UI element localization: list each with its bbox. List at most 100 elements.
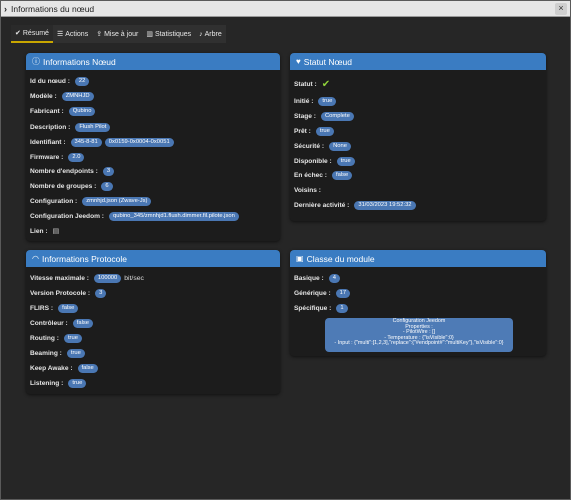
label: Configuration : — [30, 197, 78, 205]
close-button[interactable]: × — [555, 3, 567, 15]
clipboard-icon: ▣ — [296, 254, 304, 263]
value-badge: false — [331, 170, 353, 180]
description-row: Description : Flush Pilot — [30, 122, 113, 132]
last-activity-row: Dernière activité : 31/03/2023 19:52:32 — [294, 200, 419, 210]
tab-label: Mise à jour — [104, 30, 139, 38]
tab-bar: ✔ Résumé ☰ Actions ⇪ Mise à jour ▥ Stati… — [11, 25, 226, 43]
label: Voisins : — [294, 186, 321, 194]
value-badge: 345-8-81 — [70, 137, 102, 147]
node-status-panel: ♥ Statut Nœud Statut : ✔ Initié : true S… — [290, 53, 546, 221]
label: Beaming : — [30, 349, 62, 357]
label: Disponible : — [294, 157, 332, 165]
check-icon: ✔ — [321, 78, 331, 90]
label: Nombre d'endpoints : — [30, 167, 98, 175]
tab-label: Arbre — [204, 30, 222, 38]
panel-title: Statut Nœud — [303, 56, 352, 67]
tab-tree[interactable]: ♪ Arbre — [195, 25, 226, 43]
label: Spécifique : — [294, 304, 332, 312]
label: Nombre de groupes : — [30, 182, 97, 190]
value-badge: zmnhjd.json (Zwave-Js) — [82, 196, 152, 206]
configuration-row: Configuration : zmnhjd.json (Zwave-Js) — [30, 196, 154, 206]
beaming-row: Beaming : true — [30, 348, 88, 358]
label: Vitesse maximale : — [30, 274, 89, 282]
panel-title: Classe du module — [306, 253, 375, 264]
keep-awake-row: Keep Awake : false — [30, 363, 101, 373]
value-badge: 4 — [328, 273, 340, 283]
label: Firmware : — [30, 153, 64, 161]
tab-label: Statistiques — [154, 30, 192, 38]
tab-label: Résumé — [22, 29, 49, 37]
node-info-window: › Informations du nœud × ✔ Résumé ☰ Acti… — [0, 0, 571, 500]
tab-update[interactable]: ⇪ Mise à jour — [92, 25, 142, 43]
routing-row: Routing : true — [30, 333, 85, 343]
unit-text: bit/sec — [124, 274, 144, 282]
init-row: Initié : true — [294, 96, 339, 106]
value-badge: 31/03/2023 19:52:32 — [354, 200, 416, 210]
label: Routing : — [30, 334, 59, 342]
module-class-panel: ▣ Classe du module Basique : 4 Générique… — [290, 250, 546, 356]
identifier-row: Identifiant : 345-8-81 0x0159-0x0004-0x0… — [30, 137, 177, 147]
tab-actions[interactable]: ☰ Actions — [53, 25, 92, 43]
panel-header: ⓘ Informations Nœud — [26, 53, 280, 70]
label: Basique : — [294, 274, 324, 282]
jeedom-config-box: Configuration Jeedom Properties : - Pilo… — [325, 318, 513, 352]
generic-row: Générique : 17 — [294, 288, 353, 298]
label: Id du nœud : — [30, 77, 70, 85]
document-icon[interactable]: ▤ — [53, 227, 60, 235]
value-badge: 17 — [335, 288, 351, 298]
groups-row: Nombre de groupes : 6 — [30, 181, 116, 191]
value-badge: 2.0 — [68, 152, 85, 162]
value-badge: true — [63, 333, 82, 343]
label: Lien : — [30, 227, 48, 235]
config-line: - Input : {"multi":[1,2,3],"replace":{"#… — [334, 340, 504, 347]
panel-header: ▣ Classe du module — [290, 250, 546, 267]
link-row: Lien : ▤ — [30, 226, 59, 236]
window-title: Informations du nœud — [11, 3, 95, 14]
node-info-panel: ⓘ Informations Nœud Id du nœud : 22 Modè… — [26, 53, 280, 241]
value-badge: 3 — [102, 166, 115, 176]
label: Dernière activité : — [294, 201, 350, 209]
label: Générique : — [294, 289, 331, 297]
label: En échec : — [294, 171, 327, 179]
panel-title: Informations Nœud — [43, 56, 116, 67]
value-badge: true — [336, 156, 355, 166]
value-badge: 22 — [74, 76, 90, 86]
info-icon: ⓘ — [32, 57, 40, 66]
endpoints-row: Nombre d'endpoints : 3 — [30, 166, 117, 176]
protocol-info-panel: ◠ Informations Protocole Vitesse maximal… — [26, 250, 280, 394]
controller-row: Contrôleur : false — [30, 318, 96, 328]
label: Configuration Jeedom : — [30, 212, 104, 220]
basic-row: Basique : 4 — [294, 273, 343, 283]
chevron-right-icon: › — [4, 3, 7, 14]
label: Description : — [30, 123, 71, 131]
label: Stage : — [294, 112, 316, 120]
value-badge: 100000 — [93, 273, 122, 283]
value-badge: 3 — [95, 288, 107, 298]
label: FLIRS : — [30, 304, 54, 312]
label: Sécurité : — [294, 142, 325, 150]
check-icon: ✔ — [15, 30, 21, 37]
jeedom-config-row: Configuration Jeedom : qubino_345/zmnhjd… — [30, 211, 242, 221]
value-badge: false — [58, 303, 79, 313]
available-row: Disponible : true — [294, 156, 358, 166]
node-id-row: Id du nœud : 22 — [30, 76, 92, 86]
listening-row: Listening : true — [30, 378, 89, 388]
label: Contrôleur : — [30, 319, 68, 327]
label: Version Protocole : — [30, 289, 91, 297]
value-badge: 6 — [101, 181, 113, 191]
value-badge: Qubino — [68, 106, 96, 116]
tab-resume[interactable]: ✔ Résumé — [11, 25, 53, 43]
value-badge: true — [318, 96, 337, 106]
label: Listening : — [30, 379, 64, 387]
max-speed-row: Vitesse maximale : 100000 bit/sec — [30, 273, 144, 283]
stage-row: Stage : Complete — [294, 111, 357, 121]
maker-row: Fabricant : Qubino — [30, 106, 98, 116]
value-badge: true — [68, 378, 87, 388]
tab-statistics[interactable]: ▥ Statistiques — [142, 25, 195, 43]
chart-icon: ▥ — [146, 31, 153, 38]
value-badge: 0x0159-0x0004-0x0051 — [104, 137, 174, 147]
title-bar[interactable]: › Informations du nœud × — [1, 1, 570, 17]
label: Identifiant : — [30, 138, 66, 146]
value-badge: qubino_345/zmnhjd1.flush.dimmer.fil.pilo… — [109, 211, 239, 221]
status-row: Statut : ✔ — [294, 78, 331, 90]
